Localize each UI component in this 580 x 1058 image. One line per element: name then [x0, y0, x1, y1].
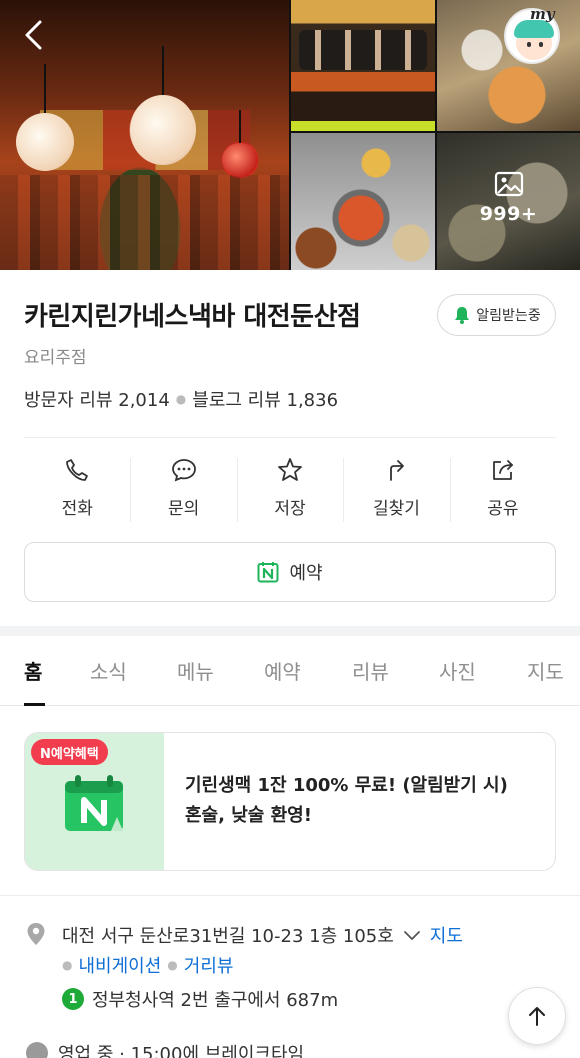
- hours-text: 영업 중 · 15:00에 브레이크타임: [58, 1044, 305, 1058]
- photo-counter: [291, 121, 435, 131]
- notification-button[interactable]: 알림받는중: [437, 294, 556, 336]
- image-icon: [494, 171, 523, 197]
- navigation-links: ● 내비게이션 ● 거리뷰: [62, 952, 233, 978]
- tab-reviews[interactable]: 리뷰: [352, 656, 389, 685]
- divider: [24, 437, 556, 438]
- tab-map[interactable]: 지도: [527, 656, 564, 685]
- action-bar: 전화 문의 저장 길찾기 공유: [24, 452, 556, 524]
- lantern: [222, 143, 258, 177]
- more-photos-tile[interactable]: 999+: [437, 133, 580, 270]
- share-label: 공유: [487, 499, 519, 519]
- call-button[interactable]: 전화: [24, 452, 130, 524]
- photo-gallery[interactable]: 999+: [0, 0, 580, 270]
- visitor-reviews-link[interactable]: 방문자 리뷰 2,014: [24, 386, 170, 412]
- subway-text: 정부청사역 2번 출구에서 687m: [92, 990, 339, 1011]
- lantern-cord: [44, 64, 46, 114]
- my-label[interactable]: my: [530, 5, 555, 23]
- street-view-link[interactable]: 거리뷰: [184, 952, 234, 978]
- separator-dot: ●: [62, 958, 73, 972]
- active-tab-indicator: [24, 703, 45, 706]
- back-icon[interactable]: [18, 16, 52, 54]
- photo-count: 999+: [479, 203, 538, 225]
- separator-dot: ●: [167, 958, 178, 972]
- place-category: 요리주점: [24, 348, 87, 368]
- calendar-icon: [65, 775, 123, 831]
- lantern: [130, 95, 196, 165]
- tab-reservation[interactable]: 예약: [264, 656, 301, 685]
- separator-dot: ●: [175, 392, 187, 406]
- avatar-eye: [539, 42, 543, 47]
- blog-reviews-link[interactable]: 블로그 리뷰 1,836: [192, 386, 338, 412]
- naver-booking-icon: [257, 562, 279, 583]
- directions-icon: [390, 460, 405, 481]
- call-label: 전화: [61, 499, 93, 519]
- booking-benefit-card[interactable]: N예약혜택 기린생맥 1잔 100% 무료! (알림받기 시) 혼술, 낮술 환…: [24, 732, 556, 871]
- map-link[interactable]: 지도: [430, 922, 463, 948]
- inquiry-button[interactable]: 문의: [130, 452, 236, 524]
- benefit-text: 기린생맥 1잔 100% 무료! (알림받기 시) 혼술, 낮술 환영!: [185, 775, 508, 826]
- reserve-label: 예약: [289, 563, 323, 584]
- bell-icon: [455, 307, 470, 324]
- save-button[interactable]: 저장: [236, 452, 343, 524]
- directions-label: 길찾기: [372, 499, 420, 519]
- chat-icon: [171, 459, 196, 482]
- thumbnail-photo[interactable]: [291, 0, 435, 131]
- address-row: 대전 서구 둔산로31번길 10-23 1층 105호 지도: [62, 922, 463, 948]
- tab-menu[interactable]: 메뉴: [177, 656, 214, 685]
- directions-button[interactable]: 길찾기: [343, 452, 449, 524]
- share-icon: [492, 460, 513, 480]
- location-pin-icon: [27, 923, 45, 945]
- save-label: 저장: [274, 499, 306, 519]
- benefit-badge: N예약혜택: [31, 739, 108, 765]
- tab-news[interactable]: 소식: [90, 656, 127, 685]
- avatar-eye: [527, 42, 531, 47]
- arrow-up-icon: [529, 1007, 545, 1026]
- lantern-cord: [162, 46, 164, 96]
- photo-crew: [299, 30, 427, 70]
- lantern: [16, 113, 74, 171]
- subway-info: 1 정부청사역 2번 출구에서 687m: [62, 986, 338, 1012]
- place-name: 카린지린가네스낵바 대전둔산점: [24, 302, 361, 332]
- navigation-link[interactable]: 내비게이션: [78, 952, 161, 978]
- thumbnail-photo[interactable]: [291, 133, 435, 270]
- clock-icon: [26, 1042, 48, 1058]
- benefit-image: N예약혜택: [25, 733, 164, 870]
- address-text: 대전 서구 둔산로31번길 10-23 1층 105호: [62, 926, 394, 947]
- notification-label: 알림받는중: [476, 308, 541, 324]
- chevron-down-icon[interactable]: [402, 928, 422, 942]
- lantern-cord: [239, 110, 241, 144]
- divider: [0, 895, 580, 896]
- photo-wall: [0, 175, 289, 270]
- more-photos: 999+: [437, 171, 580, 225]
- tab-bar: 홈 소식 메뉴 예약 리뷰 사진 지도: [0, 636, 580, 706]
- subway-line-badge: 1: [62, 988, 84, 1010]
- scroll-to-top-button[interactable]: [508, 987, 566, 1045]
- share-button[interactable]: 공유: [449, 452, 556, 524]
- section-divider: [0, 626, 580, 636]
- phone-icon: [66, 459, 89, 481]
- reserve-button[interactable]: 예약: [24, 542, 556, 602]
- business-hours[interactable]: 영업 중 · 15:00에 브레이크타임: [26, 1040, 304, 1058]
- tab-photos[interactable]: 사진: [439, 656, 476, 685]
- review-summary: 방문자 리뷰 2,014 ● 블로그 리뷰 1,836: [24, 386, 338, 412]
- inquiry-label: 문의: [167, 499, 200, 519]
- tab-home[interactable]: 홈: [24, 656, 42, 685]
- star-icon: [278, 458, 302, 481]
